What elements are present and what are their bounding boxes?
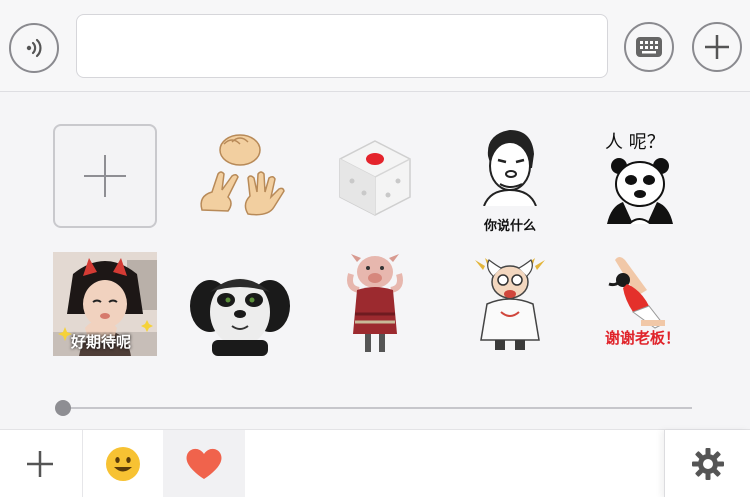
heart-icon	[186, 448, 222, 479]
rock-paper-scissors-image	[200, 134, 285, 216]
message-input[interactable]	[76, 14, 608, 78]
tab-favorites[interactable]	[163, 430, 245, 497]
plus-icon	[84, 155, 126, 197]
sticker-meme-face[interactable]: 你说什么	[458, 124, 562, 234]
panda-meme-image	[607, 158, 673, 224]
sticker-dice[interactable]	[323, 124, 427, 228]
input-bar	[0, 0, 750, 92]
settings-button[interactable]	[664, 430, 750, 497]
voice-input-button[interactable]	[9, 23, 59, 73]
sticker-caption: 好期待呢	[71, 333, 132, 351]
kung-fu-panda-image	[190, 278, 290, 356]
page-slider-thumb[interactable]	[55, 400, 71, 416]
sticker-thanks-boss[interactable]: 谢谢老板！	[589, 252, 693, 356]
voice-input-icon	[26, 38, 42, 58]
gear-icon	[691, 448, 724, 480]
bowing-girl-image	[608, 257, 665, 329]
sticker-rock-paper-scissors[interactable]	[188, 124, 292, 228]
sticker-caption: 你说什么	[483, 219, 536, 234]
sticker-kung-fu-panda[interactable]	[188, 252, 292, 356]
sticker-girl-photo[interactable]: 好期待呢	[53, 252, 157, 356]
more-functions-button[interactable]	[692, 22, 742, 72]
sticker-old-scientist[interactable]	[458, 252, 562, 356]
plus-icon	[705, 35, 729, 59]
tab-emoji[interactable]	[82, 430, 162, 497]
sticker-panel: 你说什么 人 呢？ 好期待呢 谢谢老板！	[0, 93, 750, 429]
sticker-keyboard-screen: 你说什么 人 呢？ 好期待呢 谢谢老板！	[0, 0, 750, 497]
meme-face-image	[483, 130, 537, 206]
dice-image	[339, 140, 411, 216]
old-scientist-image	[475, 258, 545, 350]
add-sticker-button[interactable]	[53, 124, 157, 228]
tab-add-stickers[interactable]	[0, 430, 80, 497]
sticker-caption: 人 呢？	[605, 132, 665, 153]
sticker-panda-meme[interactable]: 人 呢？	[589, 124, 693, 228]
sticker-pig-character[interactable]	[323, 252, 427, 356]
smiley-icon	[105, 447, 140, 481]
keyboard-icon	[636, 37, 662, 57]
pig-character-image	[347, 254, 403, 352]
page-slider-track[interactable]	[62, 407, 692, 409]
sticker-category-bar	[0, 429, 750, 497]
plus-icon	[27, 451, 53, 477]
keyboard-button[interactable]	[624, 22, 674, 72]
sticker-caption: 谢谢老板！	[605, 329, 681, 347]
